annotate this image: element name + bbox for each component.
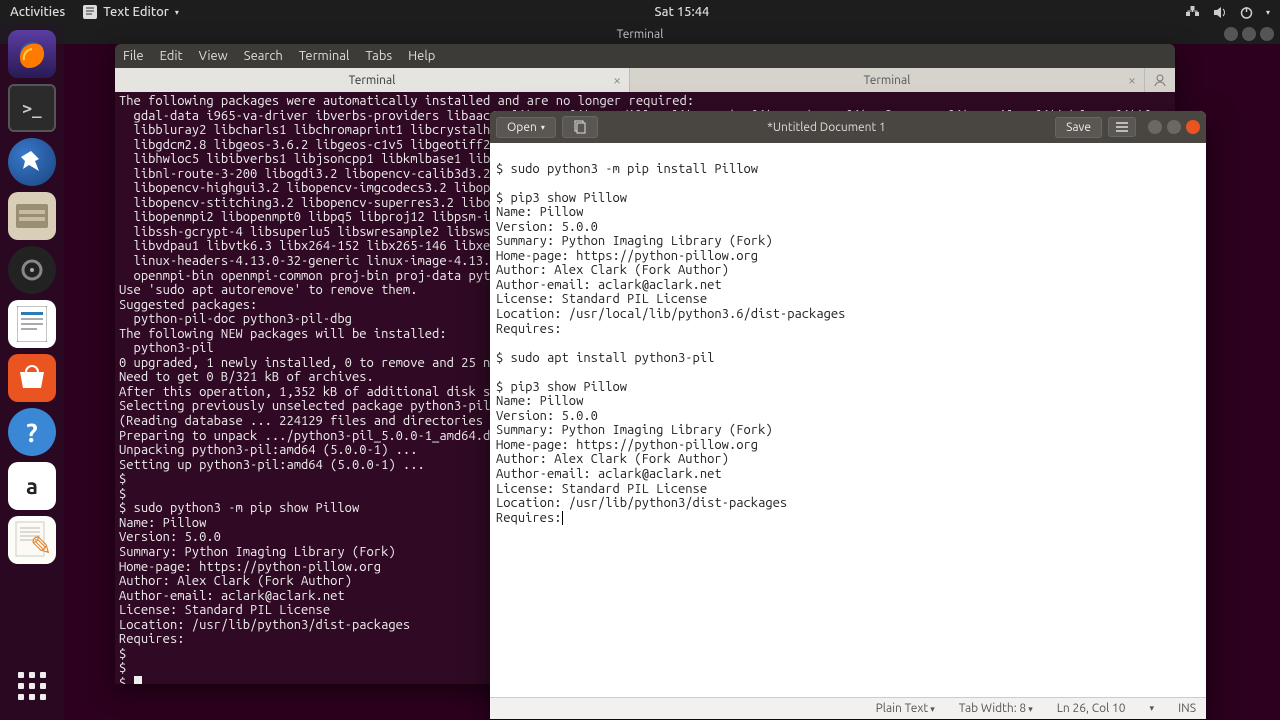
hamburger-icon [1115, 121, 1129, 133]
close-icon[interactable]: × [1128, 72, 1136, 88]
dock-thunderbird[interactable] [8, 138, 56, 186]
dock-terminal[interactable] [8, 84, 56, 132]
terminal-menubar: File Edit View Search Terminal Tabs Help [115, 44, 1175, 68]
dock-help[interactable]: ? [8, 408, 56, 456]
insert-mode[interactable]: INS [1178, 702, 1196, 715]
dock-gedit[interactable] [8, 516, 56, 564]
dock: ? a [0, 24, 64, 720]
dock-ubuntu-software[interactable] [8, 354, 56, 402]
chevron-down-icon: ▾ [541, 123, 545, 132]
maximize-button[interactable] [1167, 120, 1181, 134]
document-title: *Untitled Document 1 [604, 121, 1049, 134]
cursor-position: Ln 26, Col 10 [1057, 702, 1126, 715]
dock-rhythmbox[interactable] [8, 246, 56, 294]
gedit-statusbar: Plain Text Tab Width: 8 Ln 26, Col 10 ▾ … [490, 697, 1206, 719]
app-menu-label: Text Editor [103, 5, 169, 19]
new-tab-button[interactable] [1145, 68, 1175, 92]
network-icon[interactable] [1185, 5, 1200, 20]
dock-libreoffice-writer[interactable] [8, 300, 56, 348]
dock-files[interactable] [8, 192, 56, 240]
menu-file[interactable]: File [123, 49, 144, 63]
maximize-button[interactable] [1242, 27, 1256, 41]
open-button[interactable]: Open▾ [496, 117, 556, 138]
volume-icon[interactable] [1212, 5, 1227, 20]
close-button[interactable] [1260, 27, 1274, 41]
menu-tabs[interactable]: Tabs [365, 49, 392, 63]
syntax-selector[interactable]: Plain Text [876, 702, 935, 715]
tab-label: Terminal [349, 74, 396, 87]
minimize-button[interactable] [1148, 120, 1162, 134]
terminal-window-titlebar: Terminal [0, 24, 1280, 44]
menu-view[interactable]: View [199, 49, 228, 63]
hamburger-menu[interactable] [1108, 117, 1136, 137]
close-button[interactable] [1186, 120, 1200, 134]
terminal-tab-1[interactable]: Terminal × [115, 68, 630, 92]
user-icon [1153, 73, 1167, 87]
text-cursor [562, 511, 563, 525]
clock[interactable]: Sat 15:44 [179, 5, 1185, 19]
menu-help[interactable]: Help [408, 49, 435, 63]
chevron-down-icon[interactable]: ▾ [1266, 8, 1270, 17]
dock-amazon[interactable]: a [8, 462, 56, 510]
text-editor-icon [83, 5, 97, 19]
menu-edit[interactable]: Edit [160, 49, 183, 63]
window-title: Terminal [617, 28, 664, 41]
menu-terminal[interactable]: Terminal [299, 49, 350, 63]
tab-label: Terminal [864, 74, 911, 87]
close-icon[interactable]: × [613, 72, 621, 88]
new-document-icon [573, 120, 587, 134]
minimize-button[interactable] [1224, 27, 1238, 41]
terminal-tab-2[interactable]: Terminal × [630, 68, 1145, 92]
tab-width-selector[interactable]: Tab Width: 8 [959, 702, 1033, 715]
menu-search[interactable]: Search [244, 49, 283, 63]
gedit-window: Open▾ *Untitled Document 1 Save $ sudo p… [490, 111, 1206, 719]
dock-show-applications[interactable] [8, 662, 56, 710]
gedit-headerbar: Open▾ *Untitled Document 1 Save [490, 111, 1206, 143]
terminal-tabbar: Terminal × Terminal × [115, 68, 1175, 92]
app-menu[interactable]: Text Editor ▾ [83, 5, 179, 19]
dock-firefox[interactable] [8, 30, 56, 78]
new-tab-button[interactable] [562, 116, 598, 138]
save-button[interactable]: Save [1055, 117, 1102, 138]
power-icon[interactable] [1239, 5, 1254, 20]
activities-button[interactable]: Activities [10, 5, 65, 19]
chevron-down-icon[interactable]: ▾ [1150, 703, 1155, 714]
terminal-cursor [134, 676, 142, 684]
top-panel: Activities Text Editor ▾ Sat 15:44 ▾ [0, 0, 1280, 24]
editor-textarea[interactable]: $ sudo python3 -m pip install Pillow $ p… [490, 143, 1206, 697]
